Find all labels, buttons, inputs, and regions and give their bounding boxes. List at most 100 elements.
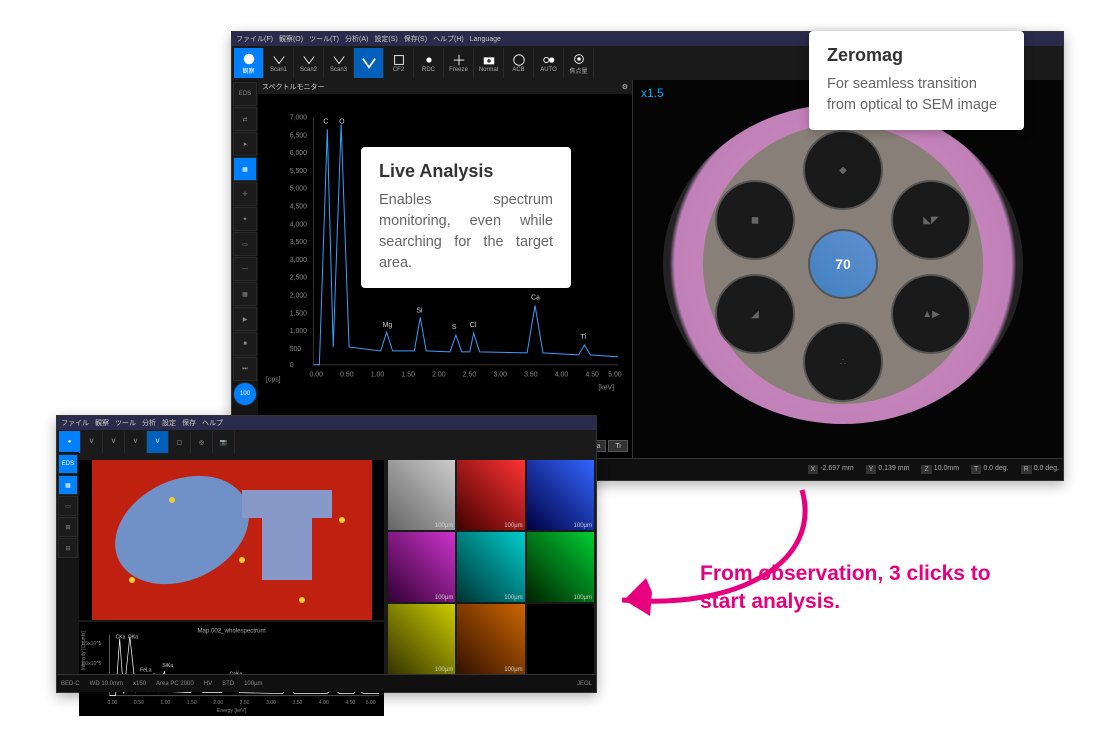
observe-button[interactable]: 観察 — [234, 48, 264, 78]
menu-item[interactable]: 保存(S) — [404, 34, 427, 44]
scan3-button[interactable]: Scan3 — [324, 48, 354, 78]
svg-text:4.50: 4.50 — [345, 700, 355, 706]
scan-large-button[interactable] — [354, 48, 384, 78]
acb-button[interactable]: ACB — [504, 48, 534, 78]
map-thumb[interactable]: 100μm — [457, 604, 524, 674]
tool-button[interactable]: ▢ — [169, 431, 191, 453]
observe-button[interactable]: ● — [59, 431, 81, 453]
whole-spectrum: Map.002_wholespectrum CKaOKa FeLaCuLa Mg… — [79, 622, 384, 716]
sample-stub[interactable]: ∴ — [803, 322, 883, 402]
gear-icon[interactable]: ⚙ — [622, 83, 628, 91]
camera-button[interactable]: 📷 — [213, 431, 235, 453]
menu-item[interactable]: 保存 — [182, 418, 196, 428]
select-button[interactable]: ➤ — [233, 132, 257, 156]
status-item: 100μm — [244, 681, 262, 687]
crosshair-icon[interactable]: ✛ — [233, 182, 257, 206]
menu-item[interactable]: ツール — [115, 418, 136, 428]
svg-text:Ti: Ti — [581, 334, 587, 341]
svg-text:5.00: 5.00 — [366, 700, 376, 706]
menu-item[interactable]: 設定(S) — [374, 34, 397, 44]
svg-text:3.00: 3.00 — [266, 700, 276, 706]
svg-text:FeLa: FeLa — [140, 667, 152, 673]
optical-view[interactable]: ◆ ◣◤ ▲▶ ∴ ◢ ◼ 70 — [663, 104, 1023, 424]
side-button[interactable]: ▭ — [58, 496, 78, 516]
menu-item[interactable]: ツール(T) — [309, 34, 339, 44]
side-button[interactable]: ⊟ — [58, 538, 78, 558]
line-button[interactable]: — — [233, 257, 257, 281]
y-value: 0.139 mm — [878, 465, 909, 474]
sample-stub[interactable]: ▲▶ — [891, 274, 971, 354]
scan-button[interactable]: V — [125, 431, 147, 453]
scan-button[interactable]: V — [147, 431, 169, 453]
menu-item[interactable]: 分析 — [142, 418, 156, 428]
cf2-button[interactable]: CF2 — [384, 48, 414, 78]
svg-text:C: C — [323, 118, 328, 125]
freeze-button[interactable]: Freeze — [444, 48, 474, 78]
switch-icon[interactable]: ⇄ — [233, 107, 257, 131]
menu-item[interactable]: ヘルプ — [202, 418, 223, 428]
focus-button[interactable]: 焦点量 — [564, 48, 594, 78]
area-button[interactable]: ▭ — [233, 232, 257, 256]
tool-button[interactable]: ◎ — [191, 431, 213, 453]
z-value: 10.0mm — [934, 465, 959, 474]
sample-stub[interactable]: ◢ — [715, 274, 795, 354]
spectrum-title: スペクトルモニター — [262, 82, 325, 92]
element-map[interactable] — [79, 460, 384, 620]
element-chip[interactable]: Ti — [608, 440, 628, 452]
sample-stub[interactable]: ◆ — [803, 130, 883, 210]
map-thumb[interactable]: 100μm — [388, 604, 455, 674]
svg-text:0.50: 0.50 — [340, 372, 354, 379]
eds-button[interactable]: EDS — [233, 82, 257, 106]
spectrum-header: スペクトルモニター ⚙ — [258, 80, 632, 94]
rdc-button[interactable]: RDC — [414, 48, 444, 78]
svg-text:0.00: 0.00 — [107, 700, 117, 706]
svg-text:4.00: 4.00 — [555, 372, 569, 379]
menu-item[interactable]: 分析(A) — [345, 34, 368, 44]
menu-item[interactable]: ファイル — [61, 418, 89, 428]
t-value: 0.0 deg. — [983, 465, 1008, 474]
map-button[interactable]: ▦ — [233, 282, 257, 306]
sample-stub[interactable]: ◼ — [715, 180, 795, 260]
svg-text:0.50: 0.50 — [134, 700, 144, 706]
scan-button[interactable]: V — [103, 431, 125, 453]
callout-title: Live Analysis — [379, 161, 553, 182]
svg-text:1.50: 1.50 — [187, 700, 197, 706]
svg-text:CKa: CKa — [116, 635, 126, 641]
skip-icon[interactable]: ⏭ — [233, 357, 257, 381]
svg-text:6,500: 6,500 — [290, 132, 307, 139]
menu-item[interactable]: ファイル(F) — [236, 34, 273, 44]
eds-button[interactable]: EDS — [58, 454, 78, 474]
image-panel: x1.5 ◆ ◣◤ ▲▶ ∴ ◢ ◼ 70 — [633, 80, 1063, 458]
svg-text:Map.002_wholespectrum: Map.002_wholespectrum — [197, 628, 265, 635]
status-item: HV — [204, 681, 212, 687]
map-thumb[interactable]: 100μm — [457, 532, 524, 602]
menu-item[interactable]: 設定 — [162, 418, 176, 428]
camera-button[interactable]: Normal — [474, 48, 504, 78]
svg-text:S: S — [452, 324, 457, 331]
menu-item[interactable]: 観察(O) — [279, 34, 303, 44]
monitor-button[interactable]: ▦ — [233, 157, 257, 181]
play-icon[interactable]: ▶ — [233, 307, 257, 331]
pause-icon[interactable]: ■ — [233, 332, 257, 356]
auto-button[interactable]: AUTO — [534, 48, 564, 78]
callout-live-analysis: Live Analysis Enables spectrum monitorin… — [361, 147, 571, 288]
side-button[interactable]: ⊞ — [58, 517, 78, 537]
arrow-caption: From observation, 3 clicks to start anal… — [700, 560, 1030, 617]
map-thumb[interactable]: 100μm — [388, 532, 455, 602]
menu-item[interactable]: ヘルプ(H) — [433, 34, 464, 44]
sample-stub[interactable]: ◣◤ — [891, 180, 971, 260]
center-stub[interactable]: 70 — [808, 229, 878, 299]
element-map-grid: 100μm 100μm 100μm 100μm 100μm 100μm 100μ… — [388, 460, 594, 674]
menu-item[interactable]: Language — [470, 36, 501, 43]
scan-button[interactable]: V — [81, 431, 103, 453]
svg-text:2.50: 2.50 — [463, 372, 477, 379]
svg-text:0.00: 0.00 — [309, 372, 323, 379]
menu-item[interactable]: 観察 — [95, 418, 109, 428]
scan1-button[interactable]: Scan1 — [264, 48, 294, 78]
svg-text:5,500: 5,500 — [290, 168, 307, 175]
scan2-button[interactable]: Scan2 — [294, 48, 324, 78]
point-button[interactable]: ✦ — [233, 207, 257, 231]
side-button[interactable]: ▦ — [58, 475, 78, 495]
map-thumb[interactable]: 100μm — [388, 460, 455, 530]
map-thumb[interactable]: 100μm — [457, 460, 524, 530]
